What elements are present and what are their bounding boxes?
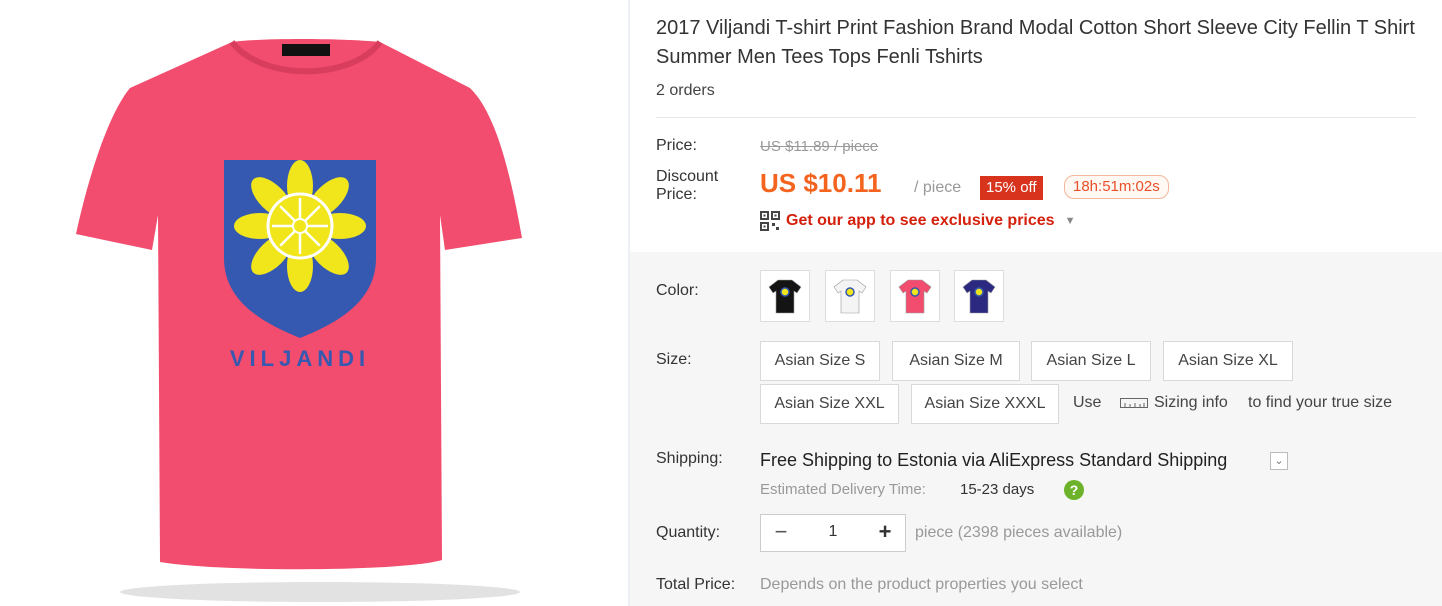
countdown-timer: 18h:51m:02s (1064, 175, 1169, 199)
price-unit: / piece (914, 179, 962, 196)
color-label: Color: (656, 282, 699, 299)
delivery-estimate-label: Estimated Delivery Time: (760, 481, 926, 498)
tshirt-thumbnail-icon (898, 279, 932, 314)
tshirt-thumbnail-icon (768, 279, 802, 314)
size-option[interactable]: Asian Size M (892, 341, 1020, 381)
color-swatch-pink[interactable] (890, 270, 940, 322)
size-suffix-text: to find your true size (1248, 394, 1393, 411)
divider-line (656, 117, 1416, 118)
discount-price-label: Discount Price: (656, 168, 718, 204)
qr-code-icon (760, 211, 780, 231)
price-label: Price: (656, 137, 697, 154)
tshirt-thumbnail-icon (833, 279, 867, 314)
tshirt-thumbnail-icon (962, 279, 996, 314)
decrease-quantity-button[interactable]: − (769, 519, 793, 545)
sizing-info-link[interactable]: Sizing info (1154, 394, 1228, 412)
print-text: VILJANDI (230, 346, 370, 371)
chevron-down-icon: ▼ (1064, 215, 1076, 227)
size-option[interactable]: Asian Size XL (1163, 341, 1293, 381)
product-title: 2017 Viljandi T-shirt Print Fashion Bran… (656, 17, 1415, 68)
increase-quantity-button[interactable]: + (873, 519, 897, 545)
size-label: Size: (656, 351, 692, 368)
shipping-method[interactable]: Free Shipping to Estonia via AliExpress … (760, 450, 1227, 471)
app-promo-text: Get our app to see exclusive prices (786, 212, 1055, 229)
size-use-text: Use (1073, 394, 1102, 411)
discount-label-line1: Discount (656, 168, 719, 185)
quantity-label: Quantity: (656, 524, 721, 541)
color-swatch-navy[interactable] (954, 270, 1004, 322)
size-option[interactable]: Asian Size XXXL (911, 384, 1059, 424)
availability-text: piece (2398 pieces available) (915, 524, 1123, 541)
size-option[interactable]: Asian Size L (1031, 341, 1151, 381)
shipping-dropdown-icon[interactable]: ⌄ (1270, 452, 1288, 470)
size-option[interactable]: Asian Size XXL (760, 384, 899, 424)
app-promo-link[interactable]: Get our app to see exclusive prices ▼ (760, 211, 1075, 231)
shipping-label: Shipping: (656, 450, 723, 467)
orders-count[interactable]: 2 orders (656, 82, 715, 100)
total-price-value: Depends on the product properties you se… (760, 576, 1083, 593)
discount-badge: 15% off (980, 176, 1043, 200)
ruler-icon (1120, 398, 1148, 408)
rose-emblem (234, 160, 366, 292)
discount-label-line2: Price: (656, 186, 697, 203)
quantity-stepper: − 1 + (760, 514, 906, 552)
color-swatch-white[interactable] (825, 270, 875, 322)
discount-price: US $10.11 (760, 168, 882, 198)
tshirt-label (282, 44, 330, 56)
original-price: US $11.89 / piece (760, 138, 879, 155)
color-swatch-black[interactable] (760, 270, 810, 322)
size-option[interactable]: Asian Size S (760, 341, 880, 381)
help-icon[interactable]: ? (1064, 480, 1084, 500)
options-panel (630, 252, 1442, 606)
product-image[interactable]: VILJANDI (0, 0, 628, 606)
shirt-shadow (120, 582, 520, 602)
product-info-panel: 2017 Viljandi T-shirt Print Fashion Bran… (630, 0, 1442, 606)
total-price-label: Total Price: (656, 576, 736, 593)
delivery-days: 15-23 days (960, 481, 1035, 498)
quantity-input[interactable]: 1 (817, 523, 849, 541)
product-image-panel: VILJANDI (0, 0, 628, 606)
